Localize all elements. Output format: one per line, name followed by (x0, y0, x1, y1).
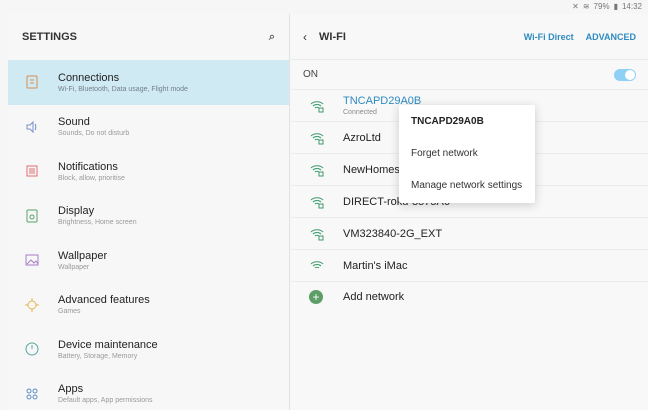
status-bar: ✕ ≋ 79% ▮ 14:32 (0, 0, 648, 14)
sidebar-item-sub: Block, allow, prioritise (58, 175, 125, 182)
sidebar-item-notifications[interactable]: Notifications Block, allow, prioritise (8, 149, 289, 194)
display-icon (24, 208, 40, 224)
sidebar-item-label: Display (58, 205, 137, 217)
wifi-toggle-row[interactable]: ON (291, 60, 648, 90)
search-icon[interactable]: ⌕ (269, 31, 275, 44)
connections-icon (24, 74, 40, 90)
wifi-header: ‹ WI-FI Wi-Fi Direct ADVANCED (291, 14, 648, 60)
wifi-on-label: ON (303, 69, 318, 80)
sidebar-item-label: Notifications (58, 161, 125, 173)
sound-icon (24, 119, 40, 135)
wallpaper-icon (24, 252, 40, 268)
sidebar-item-sound[interactable]: Sound Sounds, Do not disturb (8, 105, 289, 150)
sidebar-item-label: Connections (58, 72, 188, 84)
battery-level: 79% (594, 2, 610, 11)
apps-icon (24, 386, 40, 402)
sidebar-item-label: Sound (58, 116, 129, 128)
network-row[interactable]: Martin's iMac (291, 250, 648, 282)
network-name: VM323840-2G_EXT (343, 228, 442, 240)
add-network-label: Add network (343, 291, 404, 303)
device-maintenance-icon (24, 341, 40, 357)
sidebar-item-label: Apps (58, 383, 153, 395)
network-name: NewHomes (343, 164, 400, 176)
sidebar-item-label: Advanced features (58, 294, 150, 306)
network-context-menu: TNCAPD29A0B Forget network Manage networ… (399, 105, 535, 203)
sidebar-item-label: Wallpaper (58, 250, 107, 262)
wifi-lock-icon (309, 194, 325, 210)
time: 14:32 (622, 2, 642, 11)
sidebar-item-connections[interactable]: Connections Wi-Fi, Bluetooth, Data usage… (8, 60, 289, 105)
add-icon: + (309, 290, 323, 304)
advanced-features-icon (24, 297, 40, 313)
sidebar-item-device-maintenance[interactable]: Device maintenance Battery, Storage, Mem… (8, 327, 289, 372)
sidebar-title: SETTINGS (22, 31, 77, 43)
wifi-direct-link[interactable]: Wi-Fi Direct (524, 32, 574, 42)
network-name: Martin's iMac (343, 260, 407, 272)
sidebar-item-sub: Default apps, App permissions (58, 397, 153, 404)
advanced-link[interactable]: ADVANCED (586, 32, 636, 42)
wifi-toggle[interactable] (614, 69, 636, 81)
sidebar-item-wallpaper[interactable]: Wallpaper Wallpaper (8, 238, 289, 283)
wifi-title: WI-FI (319, 31, 346, 43)
wifi-icon: ≋ (583, 2, 590, 11)
wifi-icon (309, 258, 325, 274)
forget-network-option[interactable]: Forget network (399, 137, 535, 169)
wifi-lock-icon (309, 130, 325, 146)
wifi-lock-icon (309, 98, 325, 114)
mute-icon: ✕ (572, 2, 579, 11)
sidebar-item-label: Device maintenance (58, 339, 158, 351)
sidebar-item-sub: Battery, Storage, Memory (58, 353, 158, 360)
sidebar-item-sub: Sounds, Do not disturb (58, 130, 129, 137)
popup-title: TNCAPD29A0B (399, 105, 535, 137)
battery-icon: ▮ (614, 2, 618, 11)
sidebar-header: SETTINGS ⌕ (8, 14, 289, 60)
network-name: AzroLtd (343, 132, 381, 144)
notifications-icon (24, 163, 40, 179)
add-network-row[interactable]: + Add network (291, 282, 648, 312)
manage-network-settings-option[interactable]: Manage network settings (399, 169, 535, 201)
sidebar-item-sub: Wallpaper (58, 264, 107, 271)
network-row[interactable]: VM323840-2G_EXT (291, 218, 648, 250)
sidebar-item-sub: Games (58, 308, 150, 315)
settings-screen: ✕ ≋ 79% ▮ 14:32 SETTINGS ⌕ Connections W… (0, 0, 648, 410)
wifi-lock-icon (309, 226, 325, 242)
sidebar-item-display[interactable]: Display Brightness, Home screen (8, 194, 289, 239)
back-icon[interactable]: ‹ (303, 30, 307, 44)
wifi-pane: ‹ WI-FI Wi-Fi Direct ADVANCED ON TNCAPD2… (291, 14, 648, 410)
sidebar-item-apps[interactable]: Apps Default apps, App permissions (8, 372, 289, 416)
settings-sidebar: SETTINGS ⌕ Connections Wi-Fi, Bluetooth,… (8, 14, 290, 410)
sidebar-item-advanced-features[interactable]: Advanced features Games (8, 283, 289, 328)
wifi-lock-icon (309, 162, 325, 178)
sidebar-item-sub: Wi-Fi, Bluetooth, Data usage, Flight mod… (58, 86, 188, 93)
sidebar-item-sub: Brightness, Home screen (58, 219, 137, 226)
